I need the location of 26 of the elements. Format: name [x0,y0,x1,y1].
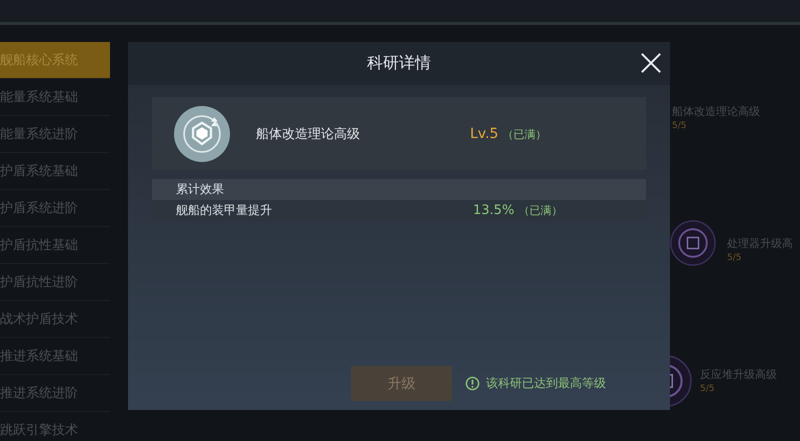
research-level: Lv.5 [470,126,498,142]
close-icon[interactable] [640,52,662,74]
sidebar-item[interactable]: 护盾抗性进阶 [0,264,110,301]
sidebar-item[interactable]: 推进系统基础 [0,338,110,375]
info-icon [465,376,480,391]
research-node-name: 处理器升级高 [727,236,793,251]
notice-text: 该科研已达到最高等级 [486,375,606,392]
research-node-name: 船体改造理论高级 [672,104,760,119]
level-note: （已满） [502,126,546,142]
sidebar-item[interactable]: 护盾系统进阶 [0,190,110,227]
effect-label: 舰船的装甲量提升 [176,202,273,219]
research-node-icon[interactable] [670,220,716,266]
sidebar-item[interactable]: 跳跃引擎技术 [0,412,110,441]
sidebar-item[interactable]: 护盾抗性基础 [0,227,110,264]
research-name: 船体改造理论高级 [256,126,361,142]
sidebar-item[interactable]: 能量系统进阶 [0,116,110,153]
effect-note: （已满） [518,203,562,218]
shield-badge-icon [174,106,230,162]
sidebar-item[interactable]: 推进系统进阶 [0,375,110,412]
sidebar-item[interactable]: 护盾系统基础 [0,153,110,190]
dialog-title: 科研详情 [367,53,431,74]
sidebar-item[interactable]: 能量系统基础 [0,79,110,116]
effect-value: 13.5% [473,203,514,218]
sidebar-item[interactable]: 战术护盾技术 [0,301,110,338]
effects-heading: 累计效果 [152,179,646,200]
research-node-name: 反应堆升级高级 [700,367,777,382]
